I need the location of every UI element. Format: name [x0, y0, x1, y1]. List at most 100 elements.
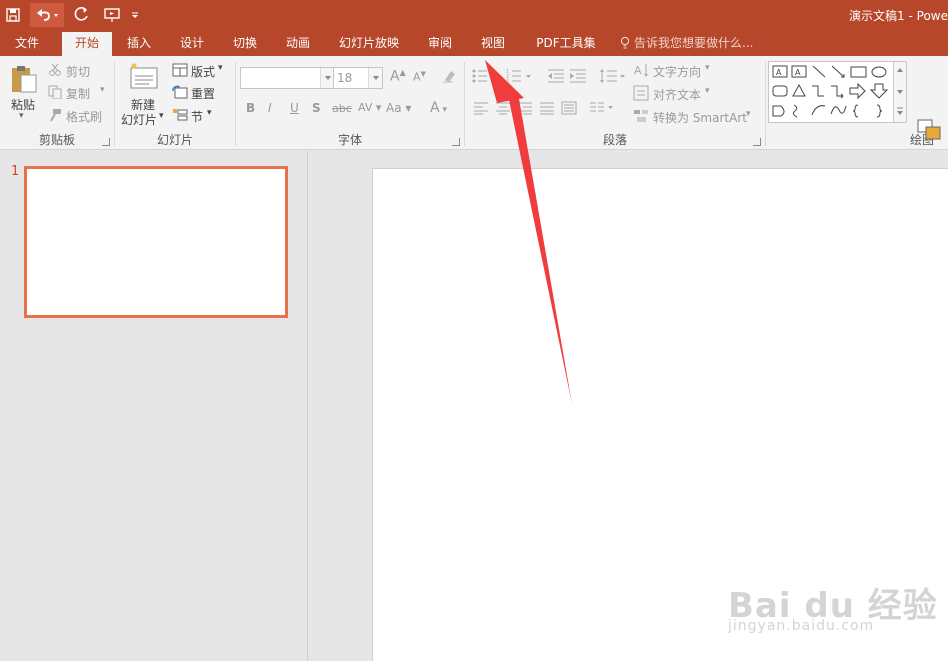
svg-text:A: A	[634, 64, 642, 77]
italic-button[interactable]: I	[268, 101, 272, 115]
group-paragraph: 123 A 文字方向 ▾ 对齐文本 ▾ 转换为 SmartArt ▾ 段落	[465, 56, 765, 150]
shadow-button[interactable]: S	[312, 101, 321, 115]
group-font: 18 A▲ A▼ B I U S abc AV ▾ Aa ▾ A ▾ 字体	[236, 56, 464, 150]
reset-button[interactable]: 重置	[191, 85, 215, 102]
tab-file[interactable]: 文件	[8, 32, 46, 56]
svg-text:A: A	[776, 68, 782, 77]
new-slide-icon[interactable]	[129, 62, 159, 93]
change-case-icon: Aa	[386, 101, 402, 115]
undo-icon[interactable]	[30, 3, 64, 27]
tab-home[interactable]: 开始	[62, 32, 112, 56]
font-size-dropdown-icon[interactable]	[368, 68, 382, 88]
title-bar: 演示文稿1 - Powe	[0, 0, 948, 30]
copy-dropdown-icon[interactable]: ▾	[100, 85, 105, 95]
window-title: 演示文稿1 - Powe	[849, 9, 948, 23]
convert-to-smartart-button[interactable]: 转换为 SmartArt	[653, 109, 747, 126]
font-size-combo[interactable]: 18	[333, 67, 383, 89]
tab-insert[interactable]: 插入	[120, 32, 158, 56]
tell-me-text: 告诉我您想要做什么...	[634, 36, 754, 50]
shapes-gallery-scroll[interactable]	[893, 61, 907, 123]
tab-slideshow[interactable]: 幻灯片放映	[334, 32, 404, 56]
slide-number: 1	[11, 164, 20, 179]
svg-text:A: A	[795, 68, 801, 77]
svg-text:3: 3	[506, 79, 509, 84]
cut-icon	[48, 63, 62, 80]
slide-thumbnail-pane: 1	[0, 151, 307, 661]
font-group-label: 字体	[337, 133, 362, 147]
align-right-icon[interactable]	[517, 101, 533, 118]
shapes-gallery-icons: A A	[772, 65, 889, 118]
smartart-icon	[633, 108, 649, 127]
paste-icon[interactable]	[9, 64, 39, 97]
font-launcher-icon[interactable]	[452, 138, 460, 146]
section-button[interactable]: 节	[191, 108, 203, 125]
underline-button[interactable]: U	[290, 101, 299, 115]
save-icon[interactable]	[2, 3, 24, 27]
align-left-icon[interactable]	[473, 101, 489, 118]
smartart-dropdown-icon[interactable]: ▾	[746, 109, 751, 119]
clipboard-group-label: 剪贴板	[38, 133, 75, 147]
bullets-icon[interactable]	[471, 68, 501, 87]
shapes-gallery[interactable]: A A	[768, 61, 906, 123]
layout-button[interactable]: 版式	[191, 63, 215, 80]
new-slide-dropdown-icon[interactable]: ▾	[159, 111, 164, 121]
change-case-button[interactable]: Aa ▾	[386, 101, 411, 115]
layout-icon	[172, 63, 188, 80]
text-direction-dropdown-icon[interactable]: ▾	[705, 63, 710, 73]
slide-thumbnail[interactable]	[24, 166, 288, 318]
numbering-icon[interactable]: 123	[505, 68, 535, 87]
tab-review[interactable]: 审阅	[421, 32, 459, 56]
format-painter-button[interactable]: 格式刷	[66, 108, 102, 125]
tab-view[interactable]: 视图	[474, 32, 512, 56]
align-text-button[interactable]: 对齐文本	[653, 86, 701, 103]
font-color-button[interactable]: A ▾	[430, 100, 447, 116]
paste-dropdown-icon[interactable]: ▾	[19, 111, 24, 121]
character-spacing-button[interactable]: AV ▾	[358, 101, 381, 114]
copy-icon	[48, 85, 62, 102]
font-size-value: 18	[337, 71, 353, 85]
arrange-icon[interactable]	[916, 118, 944, 151]
character-spacing-icon: AV	[358, 101, 373, 114]
distributed-icon[interactable]	[561, 101, 577, 118]
align-text-dropdown-icon[interactable]: ▾	[705, 86, 710, 96]
decrease-indent-icon[interactable]	[547, 68, 565, 87]
format-painter-icon	[48, 108, 62, 125]
tab-pdf-tools[interactable]: PDF工具集	[530, 32, 602, 56]
copy-button[interactable]: 复制	[66, 85, 90, 102]
paragraph-launcher-icon[interactable]	[753, 138, 761, 146]
tab-transitions[interactable]: 切换	[226, 32, 264, 56]
paragraph-group-label: 段落	[602, 133, 627, 147]
section-icon	[172, 108, 188, 125]
customize-qat-icon[interactable]	[128, 3, 142, 27]
redo-icon[interactable]	[70, 3, 94, 27]
layout-dropdown-icon[interactable]: ▾	[218, 63, 223, 73]
start-from-beginning-icon[interactable]	[100, 3, 124, 27]
new-slide-line2[interactable]: 幻灯片	[121, 111, 157, 128]
bold-button[interactable]: B	[246, 101, 255, 115]
font-name-combo[interactable]	[240, 67, 335, 89]
cut-button[interactable]: 剪切	[66, 63, 90, 80]
columns-icon[interactable]	[589, 101, 615, 118]
justify-icon[interactable]	[539, 101, 555, 118]
tab-animations[interactable]: 动画	[279, 32, 317, 56]
align-center-icon[interactable]	[495, 101, 511, 118]
clipboard-launcher-icon[interactable]	[102, 138, 110, 146]
font-color-icon: A	[430, 100, 440, 116]
group-clipboard: 粘贴 ▾ 剪切 复制 ▾ 格式刷 剪贴板	[0, 56, 114, 150]
increase-indent-icon[interactable]	[569, 68, 587, 87]
grow-font-button[interactable]: A▲	[390, 68, 406, 85]
text-direction-icon: A	[633, 62, 649, 81]
ribbon: 粘贴 ▾ 剪切 复制 ▾ 格式刷 剪贴板 新建 幻灯片 ▾ 版式 ▾ 重置 节 …	[0, 56, 948, 168]
clear-formatting-icon[interactable]	[441, 68, 457, 87]
group-slides: 新建 幻灯片 ▾ 版式 ▾ 重置 节 ▾ 幻灯片	[115, 56, 235, 150]
line-spacing-icon[interactable]	[599, 68, 627, 87]
shrink-font-button[interactable]: A▼	[413, 70, 426, 84]
tab-design[interactable]: 设计	[173, 32, 211, 56]
lightbulb-icon	[620, 36, 630, 49]
align-text-icon	[633, 85, 649, 104]
tell-me-box[interactable]: 告诉我您想要做什么...	[620, 32, 753, 54]
section-dropdown-icon[interactable]: ▾	[207, 108, 212, 118]
strikethrough-button[interactable]: abc	[332, 102, 352, 115]
text-direction-button[interactable]: 文字方向	[653, 63, 701, 80]
font-name-dropdown-icon[interactable]	[320, 68, 334, 88]
